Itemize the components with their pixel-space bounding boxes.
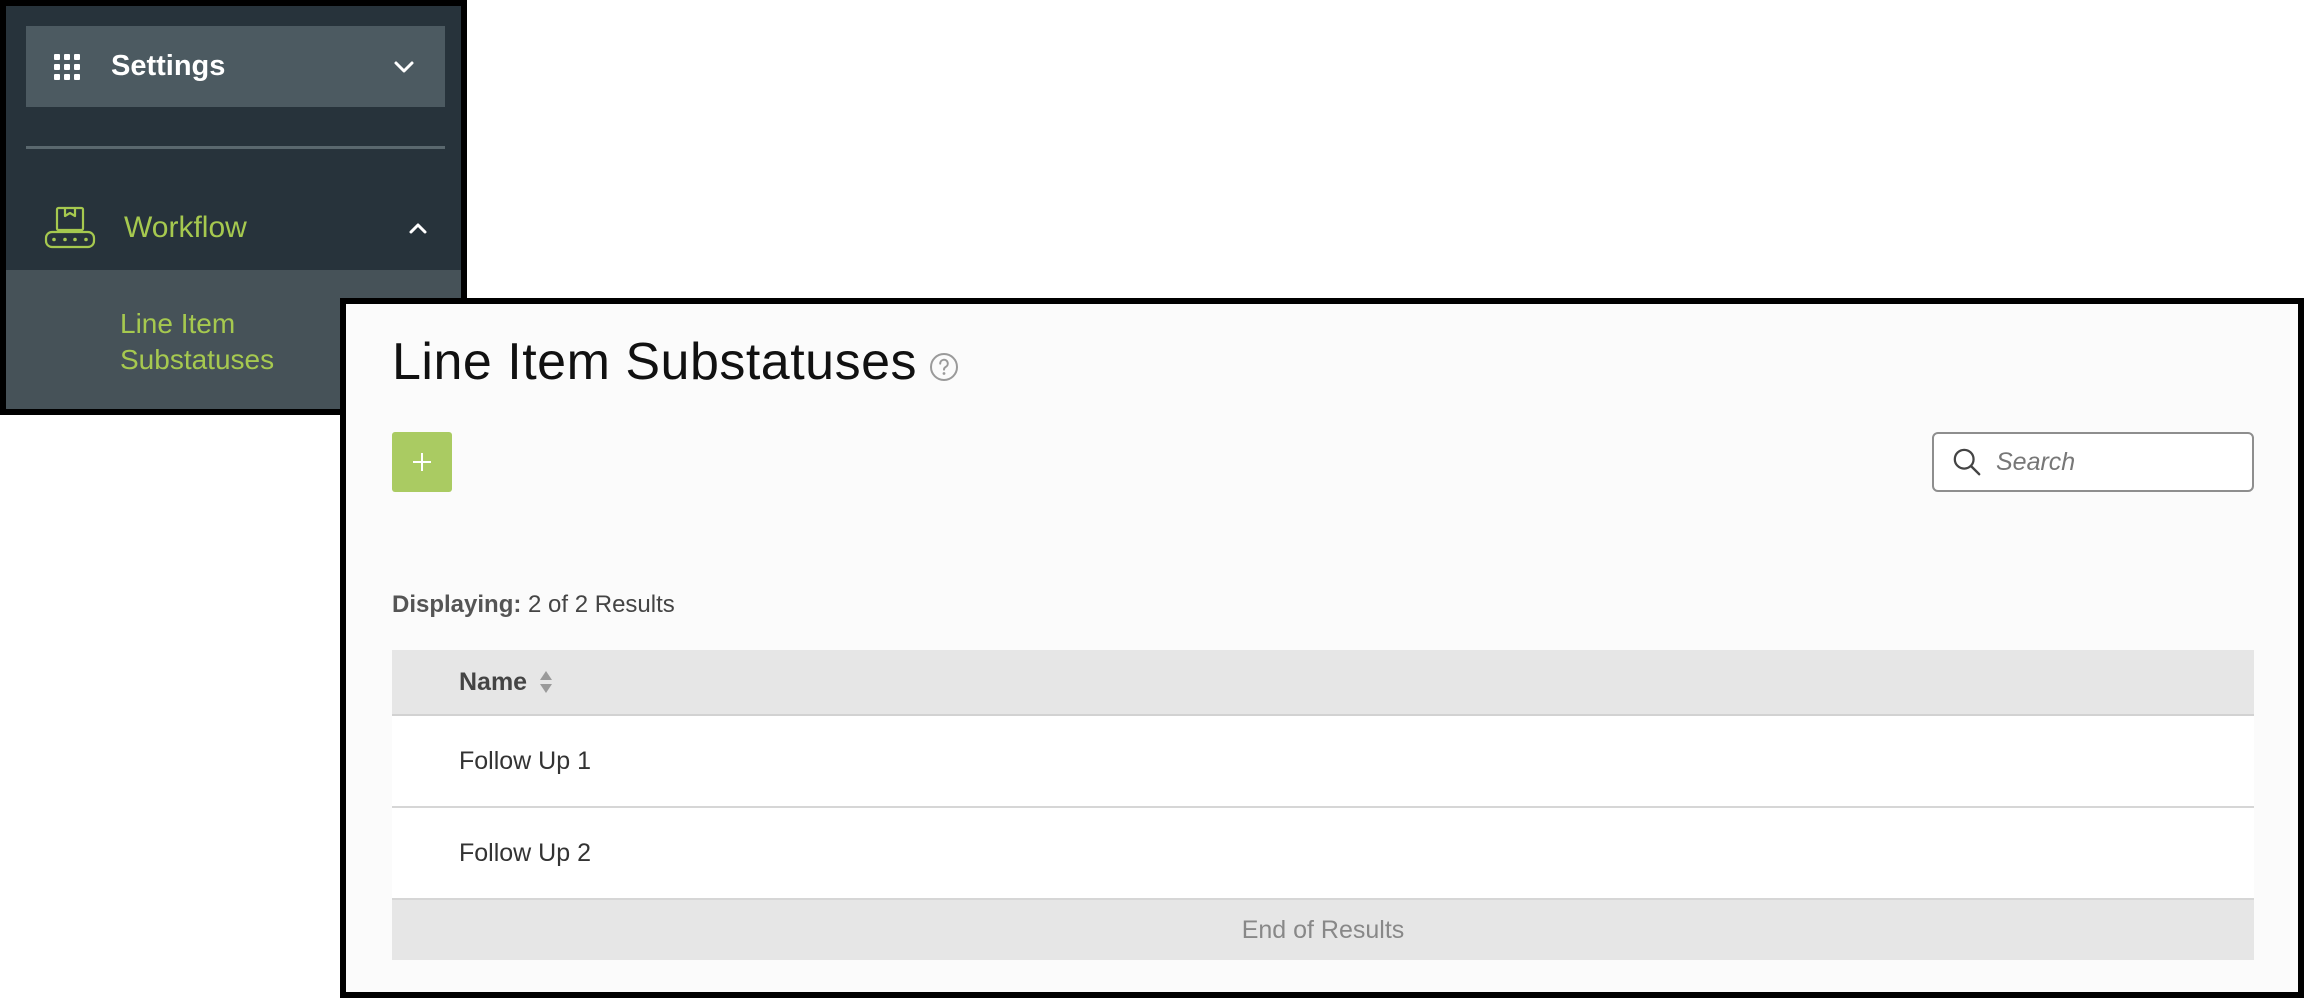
end-of-results: End of Results [392,900,2254,960]
displaying-label: Displaying: [392,591,522,618]
table-row[interactable]: Follow Up 2 [392,808,2254,900]
sort-icon[interactable] [539,670,553,694]
conveyor-icon [44,206,96,249]
table-header: Name [392,650,2254,716]
column-header-label: Name [459,667,528,696]
search-icon [1953,448,1981,476]
search-box[interactable] [1932,432,2254,492]
cell-name: Follow Up 2 [459,838,591,867]
settings-label: Settings [111,50,226,82]
page-header: Line Item Substatuses [392,332,959,392]
workflow-label: Workflow [124,211,247,244]
page-title: Line Item Substatuses [392,333,918,391]
grid-icon [54,53,80,80]
settings-menu-toggle[interactable]: Settings [26,26,445,107]
search-input[interactable] [1994,446,2234,478]
plus-icon [413,453,431,471]
add-button[interactable] [392,432,452,492]
help-circle-icon[interactable] [929,352,959,382]
sidebar-item-line-item-substatuses[interactable]: Line Item Substatuses [120,306,340,378]
sidebar-divider [26,146,445,149]
cell-name: Follow Up 1 [459,746,591,775]
chevron-down-icon [394,61,414,72]
main-content: Line Item Substatuses Displaying: 2 of 2… [340,298,2304,998]
chevron-up-icon [409,223,427,234]
table-row[interactable]: Follow Up 1 [392,716,2254,808]
column-header-name[interactable]: Name [459,668,553,697]
sidebar-item-workflow[interactable]: Workflow [6,186,461,270]
results-count: Displaying: 2 of 2 Results [392,591,675,619]
displaying-value: 2 of 2 Results [528,591,675,618]
substatus-table: Name Follow Up 1 Follow Up 2 End of Resu… [392,650,2254,960]
